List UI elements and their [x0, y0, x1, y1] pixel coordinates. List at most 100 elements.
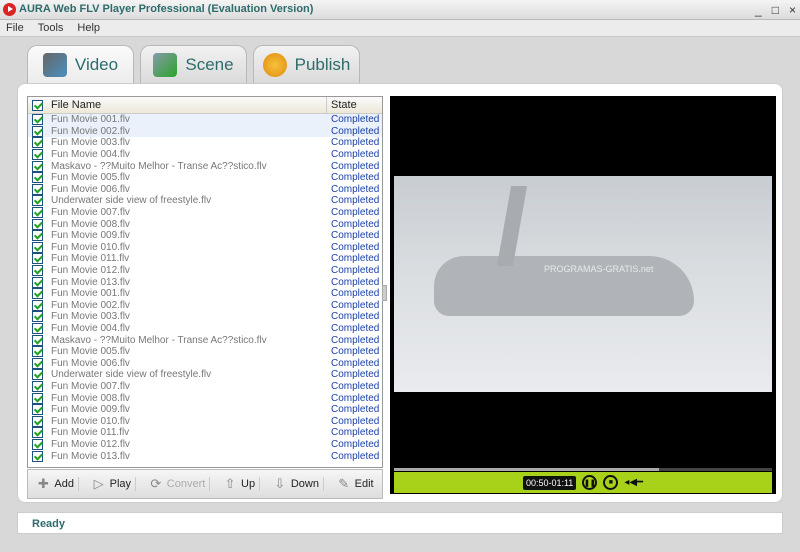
list-header: File Name State — [28, 97, 382, 114]
list-item[interactable]: Fun Movie 002.flv Completed — [28, 299, 382, 312]
list-item[interactable]: Fun Movie 012.flv Completed — [28, 438, 382, 451]
row-checkbox[interactable] — [32, 207, 43, 219]
row-checkbox[interactable] — [32, 404, 43, 416]
file-state: Completed — [331, 380, 380, 392]
file-name: Fun Movie 006.flv — [51, 183, 130, 195]
row-checkbox[interactable] — [32, 438, 43, 450]
row-checkbox[interactable] — [32, 322, 43, 334]
row-checkbox[interactable] — [32, 241, 43, 253]
file-name: Fun Movie 001.flv — [51, 288, 130, 300]
list-item[interactable]: Fun Movie 010.flv Completed — [28, 415, 382, 427]
list-item[interactable]: Fun Movie 012.flv Completed — [28, 265, 382, 277]
list-item[interactable]: Fun Movie 003.flv Completed — [28, 137, 382, 149]
file-name: Fun Movie 011.flv — [51, 253, 130, 265]
row-checkbox[interactable] — [32, 125, 43, 137]
menu-file[interactable]: File — [6, 22, 24, 34]
list-item[interactable]: Underwater side view of freestyle.flv Com… — [28, 195, 382, 207]
tab-video[interactable]: Video — [27, 45, 134, 84]
list-item[interactable]: Underwater side view of freestyle.flv Com… — [28, 369, 382, 381]
list-item[interactable]: Fun Movie 008.flv Completed — [28, 392, 382, 404]
list-item[interactable]: Fun Movie 009.flv Completed — [28, 230, 382, 242]
maximize-button[interactable]: □ — [772, 3, 779, 17]
file-state: Completed — [331, 369, 380, 381]
list-item[interactable]: Fun Movie 002.flv Completed — [28, 125, 382, 138]
convert-button[interactable]: ⟳ Convert — [145, 477, 211, 491]
list-item[interactable]: Fun Movie 009.flv Completed — [28, 404, 382, 416]
list-item[interactable]: Fun Movie 008.flv Completed — [28, 218, 382, 230]
file-state: Completed — [331, 392, 380, 404]
menu-help[interactable]: Help — [77, 22, 100, 34]
up-button[interactable]: ⇧ Up — [219, 477, 261, 491]
row-checkbox[interactable] — [32, 334, 43, 346]
list-item[interactable]: Fun Movie 011.flv Completed — [28, 427, 382, 439]
file-state: Completed — [331, 299, 380, 311]
menu-tools[interactable]: Tools — [38, 22, 64, 34]
add-button[interactable]: ✚ Add — [32, 477, 79, 491]
column-file-name[interactable]: File Name — [49, 97, 327, 113]
row-checkbox[interactable] — [32, 265, 43, 277]
down-button[interactable]: ⇩ Down — [269, 477, 324, 491]
column-state[interactable]: State — [327, 99, 357, 111]
tab-publish[interactable]: Publish — [253, 45, 360, 83]
tab-scene[interactable]: Scene — [140, 45, 247, 83]
row-checkbox[interactable] — [32, 149, 43, 161]
tab-label: Video — [74, 55, 119, 74]
row-checkbox[interactable] — [32, 392, 43, 404]
row-checkbox[interactable] — [32, 183, 43, 195]
list-item[interactable]: Fun Movie 013.flv Completed — [28, 276, 382, 288]
row-checkbox[interactable] — [32, 346, 43, 358]
player-controls: 00:50-01:11 ❚❚ ■ ◂◀━ — [394, 472, 772, 493]
list-item[interactable]: Fun Movie 001.flv Completed — [28, 288, 382, 300]
list-item[interactable]: Fun Movie 006.flv Completed — [28, 183, 382, 196]
row-checkbox[interactable] — [32, 114, 43, 126]
row-checkbox[interactable] — [32, 253, 43, 265]
pause-button[interactable]: ❚❚ — [582, 475, 598, 490]
row-checkbox[interactable] — [32, 160, 43, 172]
row-checkbox[interactable] — [32, 137, 43, 149]
list-item[interactable]: Fun Movie 013.flv Completed — [28, 450, 382, 462]
row-checkbox[interactable] — [32, 276, 43, 288]
row-checkbox[interactable] — [32, 357, 43, 369]
row-checkbox[interactable] — [32, 195, 43, 207]
row-checkbox[interactable] — [32, 299, 43, 311]
splitter-handle[interactable] — [382, 285, 387, 301]
list-item[interactable]: Fun Movie 004.flv Completed — [28, 149, 382, 161]
list-item[interactable]: Fun Movie 001.flv Completed — [28, 114, 382, 126]
row-checkbox[interactable] — [32, 427, 43, 439]
list-item[interactable]: Fun Movie 004.flv Completed — [28, 322, 382, 335]
list-item[interactable]: Fun Movie 007.flv Completed — [28, 207, 382, 219]
publish-arrow-icon — [262, 52, 287, 77]
list-item[interactable]: Fun Movie 005.flv Completed — [28, 346, 382, 358]
list-item[interactable]: Fun Movie 003.flv Completed — [28, 311, 382, 323]
list-item[interactable]: Maskavo - ??Muito Melhor - Transe Ac??st… — [28, 160, 382, 172]
row-checkbox[interactable] — [32, 288, 43, 300]
seek-bar[interactable] — [394, 468, 772, 471]
video-frame[interactable]: PROGRAMAS-GRATIS.net — [394, 176, 772, 392]
edit-button[interactable]: ✎ Edit — [333, 477, 378, 491]
minimize-button[interactable]: _ — [755, 3, 762, 17]
select-all-checkbox[interactable] — [32, 99, 43, 111]
file-list[interactable]: File Name State Fun Movie 001.flv Complet… — [27, 96, 383, 468]
close-button[interactable]: × — [789, 3, 796, 17]
file-state: Completed — [331, 311, 380, 323]
row-checkbox[interactable] — [32, 311, 43, 323]
list-item[interactable]: Fun Movie 006.flv Completed — [28, 357, 382, 369]
row-checkbox[interactable] — [32, 380, 43, 392]
stop-button[interactable]: ■ — [603, 475, 619, 490]
row-checkbox[interactable] — [32, 369, 43, 381]
list-item[interactable]: Maskavo - ??Muito Melhor - Transe Ac??st… — [28, 334, 382, 346]
list-item[interactable]: Fun Movie 005.flv Completed — [28, 172, 382, 184]
list-item[interactable]: Fun Movie 007.flv Completed — [28, 380, 382, 393]
list-item[interactable]: Fun Movie 010.flv Completed — [28, 241, 382, 254]
file-state: Completed — [331, 160, 380, 172]
play-button[interactable]: ▷ Play — [88, 477, 137, 491]
list-item[interactable]: Fun Movie 011.flv Completed — [28, 253, 382, 265]
row-checkbox[interactable] — [32, 415, 43, 427]
row-checkbox[interactable] — [32, 172, 43, 184]
row-checkbox[interactable] — [32, 450, 43, 462]
file-state: Completed — [331, 404, 380, 416]
row-checkbox[interactable] — [32, 230, 43, 242]
row-checkbox[interactable] — [32, 218, 43, 230]
volume-icon[interactable]: ◂◀━ — [624, 477, 643, 488]
button-label: Edit — [354, 478, 374, 490]
